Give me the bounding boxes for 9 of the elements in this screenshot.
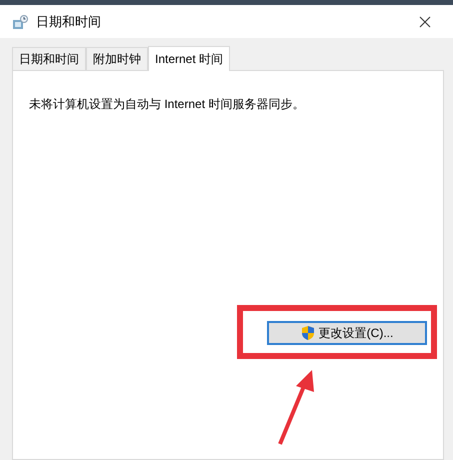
tab[interactable]: Internet 时间 — [148, 46, 230, 71]
sync-status-text: 未将计算机设置为自动与 Internet 时间服务器同步。 — [29, 96, 306, 113]
tab[interactable]: 附加时钟 — [86, 47, 148, 70]
clock-network-icon — [12, 14, 28, 30]
shield-icon — [300, 325, 315, 341]
change-settings-button[interactable]: 更改设置(C)... — [267, 321, 427, 345]
window-title: 日期和时间 — [36, 12, 101, 31]
tab[interactable]: 日期和时间 — [12, 47, 86, 70]
close-icon — [419, 16, 431, 28]
